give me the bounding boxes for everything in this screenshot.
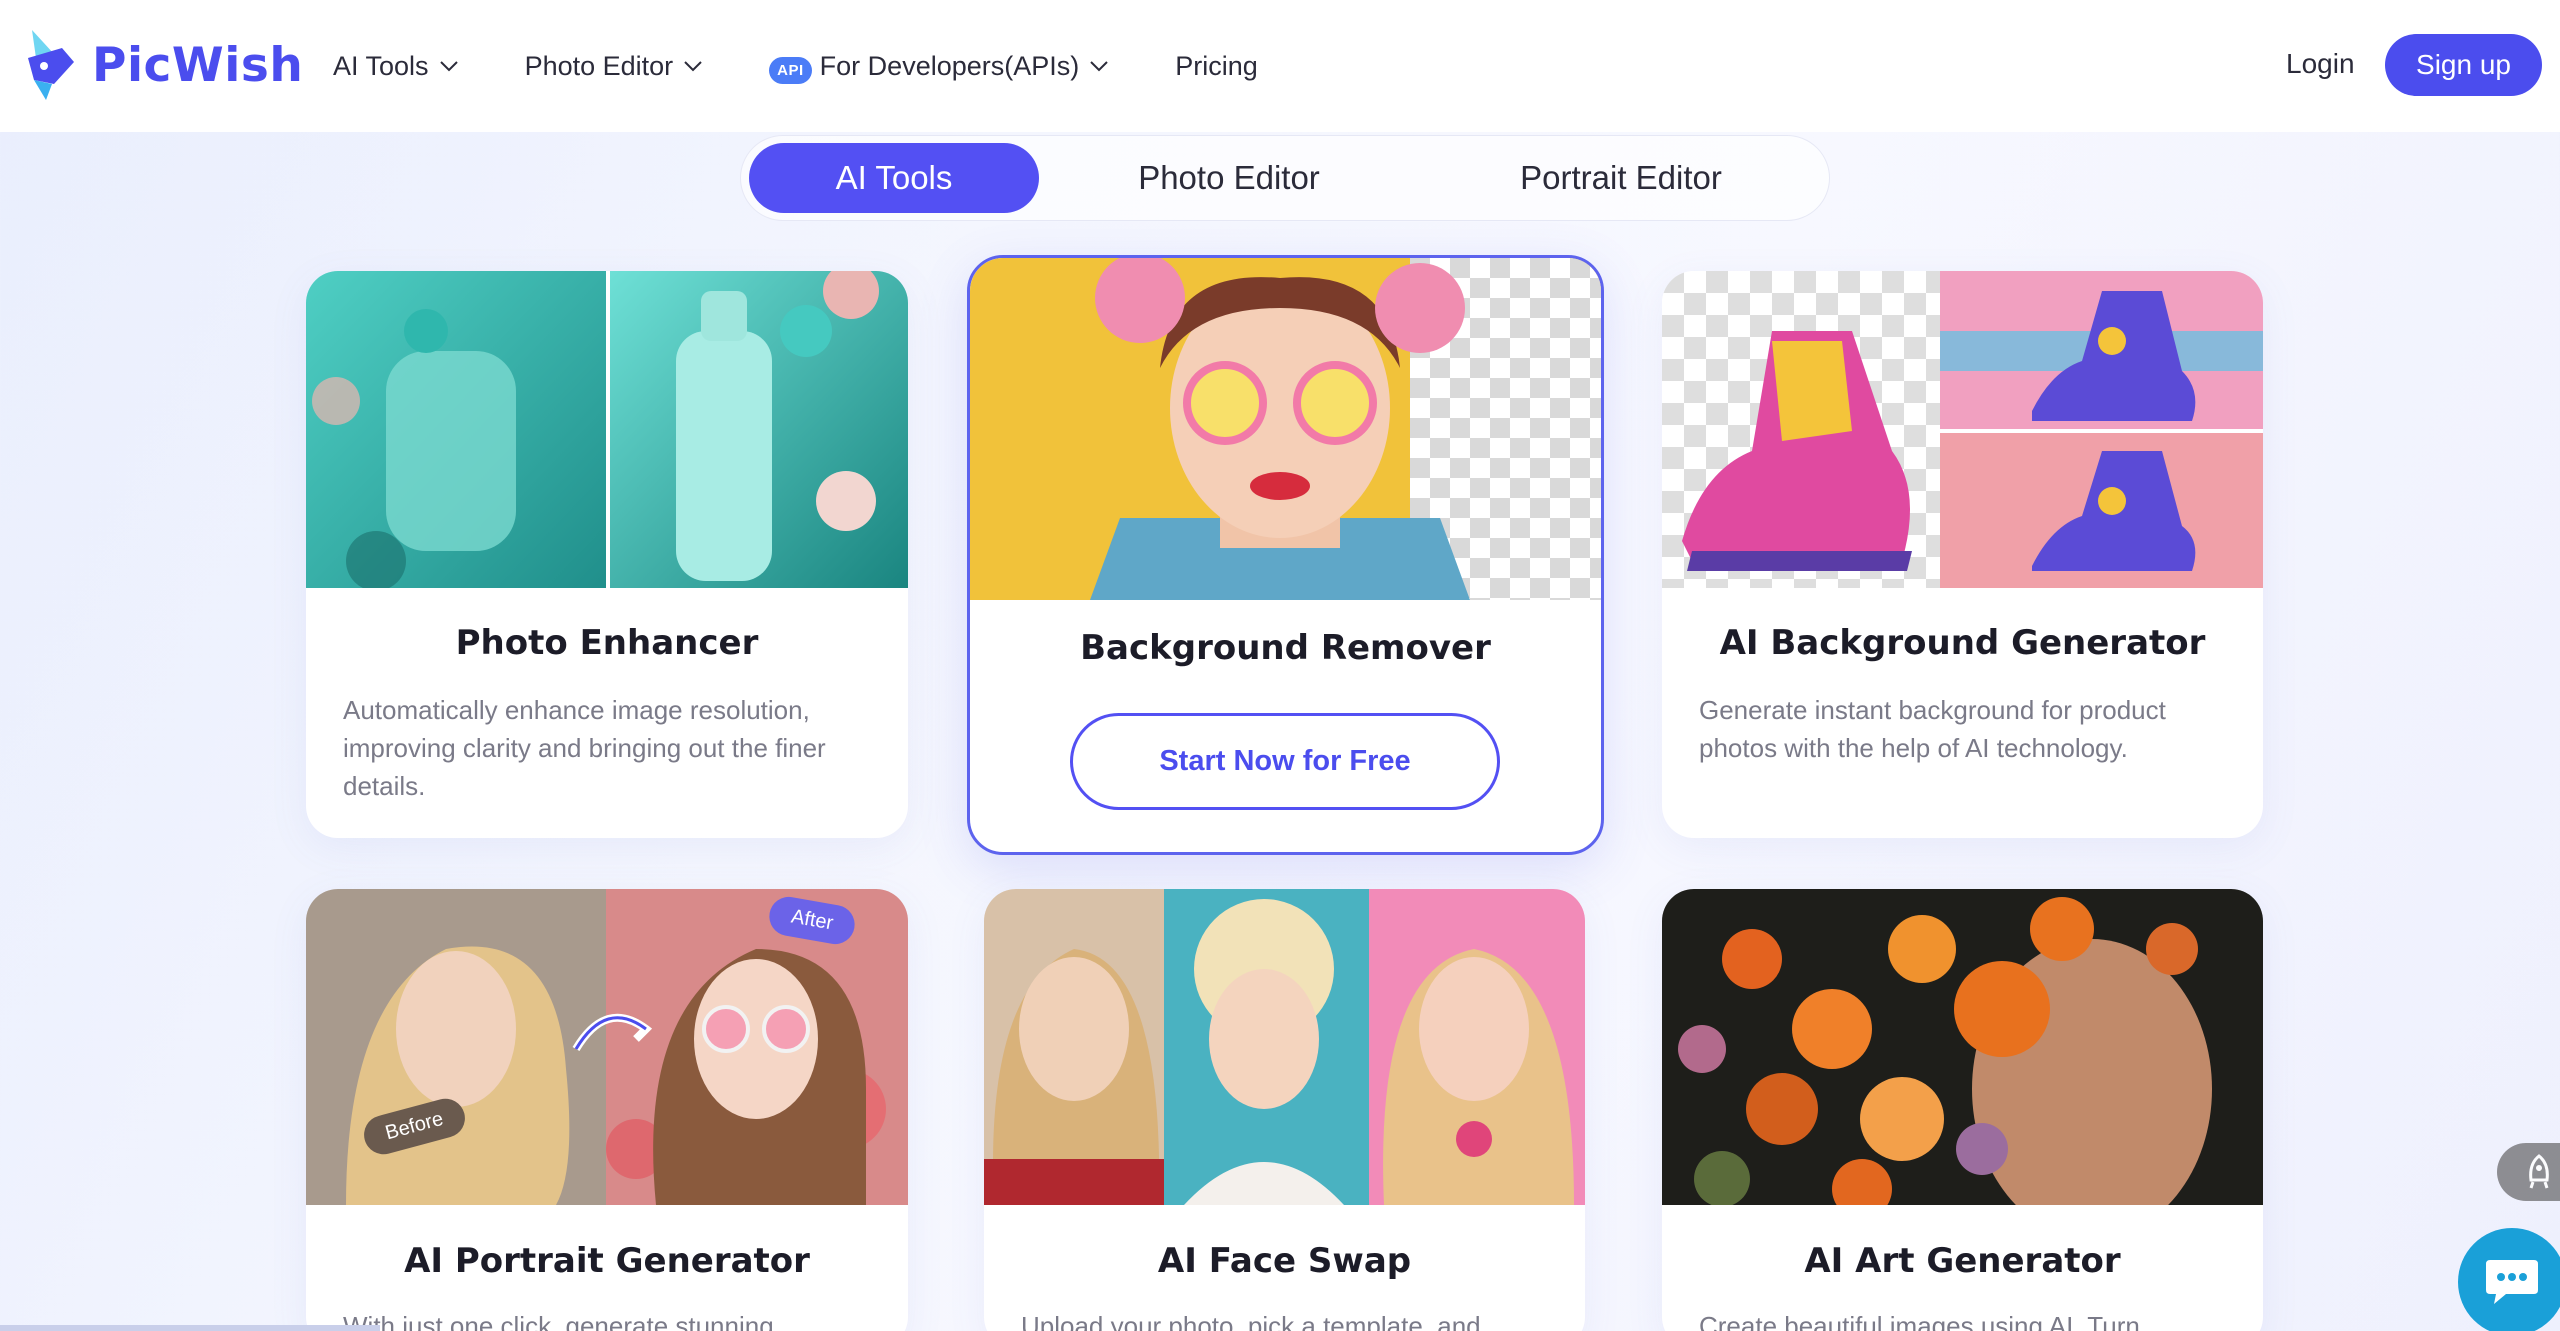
card-description: With just one click, generate stunning (343, 1311, 774, 1331)
side-feedback-tab[interactable] (2497, 1143, 2560, 1201)
brand-name: PicWish (92, 37, 304, 93)
rocket-icon (2529, 1154, 2549, 1189)
nav-label: AI Tools (333, 50, 429, 81)
chevron-down-icon (684, 61, 702, 72)
tab-portrait-editor[interactable]: Portrait Editor (1441, 143, 1801, 213)
card-ai-art-generator[interactable]: AI Art Generator Create beautiful images… (1662, 889, 2263, 1331)
card-title: AI Face Swap (1157, 1241, 1412, 1281)
nav-label: Photo Editor (524, 50, 674, 81)
chevron-down-icon (1090, 61, 1108, 72)
nav-photo-editor[interactable]: Photo Editor (525, 51, 704, 82)
api-badge: API (769, 56, 812, 84)
logo[interactable]: PicWish (24, 28, 303, 102)
category-tabs: AI Tools Photo Editor Portrait Editor (740, 135, 1830, 221)
nav-ai-tools[interactable]: AI Tools (333, 51, 459, 82)
chat-button[interactable] (2458, 1228, 2560, 1331)
nav-pricing[interactable]: Pricing (1175, 51, 1258, 82)
picwish-logo-icon (28, 30, 74, 100)
nav-label: For Developers(APIs) (819, 50, 1080, 81)
card-ai-background-generator[interactable]: AI Background Generator Generate instant… (1662, 271, 2263, 838)
card-title: Photo Enhancer (455, 623, 759, 663)
card-photo-enhancer[interactable]: Photo Enhancer Automatically enhance ima… (306, 271, 908, 838)
top-header: PicWish AI Tools Photo Editor API For De… (0, 0, 2560, 132)
card-title: AI Art Generator (1804, 1241, 2121, 1281)
ai-art-generator-image (1662, 889, 2263, 1205)
scroll-progress (0, 1325, 380, 1331)
signup-button[interactable]: Sign up (2385, 34, 2542, 96)
tab-ai-tools[interactable]: AI Tools (749, 143, 1039, 213)
card-ai-face-swap[interactable]: AI Face Swap Upload your photo, pick a t… (984, 889, 1585, 1331)
card-title: Background Remover (1080, 628, 1491, 668)
card-description: Upload your photo, pick a template, and (1021, 1311, 1481, 1331)
chat-icon (2486, 1260, 2538, 1304)
main-nav: AI Tools Photo Editor API For Developers… (333, 0, 1324, 132)
login-link[interactable]: Login (2286, 48, 2355, 80)
ai-face-swap-image (984, 889, 1585, 1205)
card-description: Automatically enhance image resolution, … (343, 695, 826, 801)
card-description: Create beautiful images using AI. Turn (1699, 1311, 2140, 1331)
chevron-down-icon (439, 61, 458, 72)
start-now-button[interactable]: Start Now for Free (1070, 713, 1500, 810)
card-description: Generate instant background for product … (1699, 695, 2166, 763)
card-background-remover[interactable]: Background Remover Start Now for Free (967, 255, 1604, 855)
nav-developers[interactable]: API For Developers(APIs) (769, 50, 1109, 84)
card-ai-portrait-generator[interactable]: Before After AI Portrait Generator With … (306, 889, 908, 1331)
nav-label: Pricing (1175, 50, 1258, 81)
tab-photo-editor[interactable]: Photo Editor (1064, 143, 1394, 213)
ai-background-generator-image (1662, 271, 2263, 588)
background-remover-image (970, 258, 1601, 600)
card-title: AI Background Generator (1719, 623, 2206, 663)
photo-enhancer-image (306, 271, 908, 588)
card-title: AI Portrait Generator (404, 1241, 810, 1281)
